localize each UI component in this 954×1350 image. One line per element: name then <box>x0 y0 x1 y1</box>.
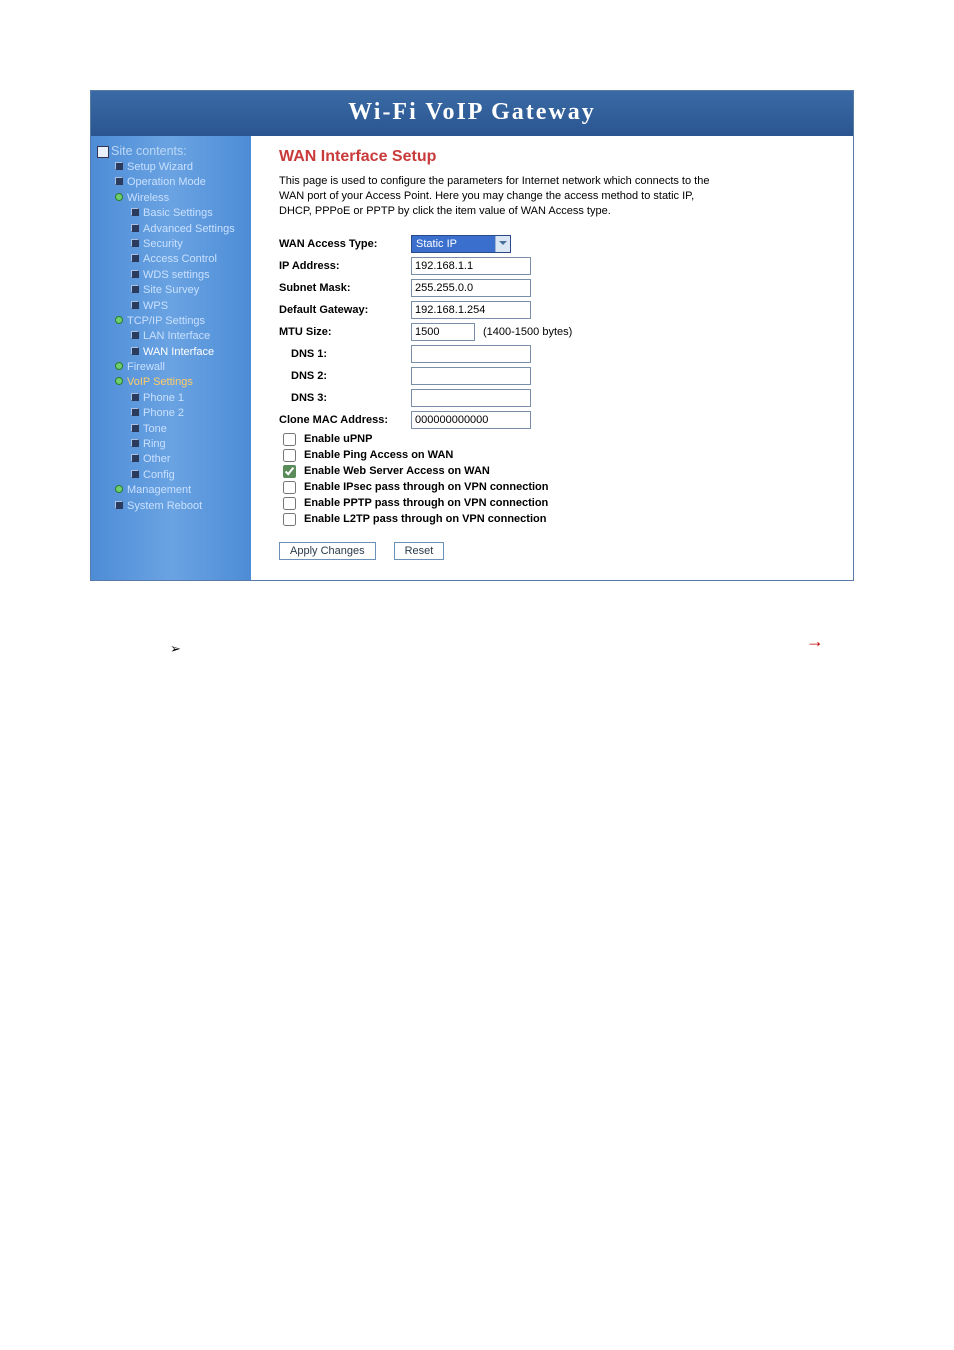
dns3-label: DNS 3: <box>279 392 411 404</box>
sidebar-item[interactable]: Security <box>143 238 183 250</box>
page-icon <box>131 393 139 401</box>
page-icon <box>131 239 139 247</box>
sidebar-item[interactable]: Setup Wizard <box>127 161 193 173</box>
page-icon <box>131 285 139 293</box>
page-icon <box>131 439 139 447</box>
dns2-label: DNS 2: <box>279 370 411 382</box>
sidebar-item[interactable]: Ring <box>143 438 166 450</box>
page-icon <box>131 331 139 339</box>
mask-input[interactable] <box>411 279 531 297</box>
sidebar-item[interactable]: Firewall <box>127 361 165 373</box>
ip-label: IP Address: <box>279 260 411 272</box>
dns1-label: DNS 1: <box>279 348 411 360</box>
folder-icon <box>115 316 123 324</box>
page-icon <box>115 177 123 185</box>
checkbox-label: Enable Ping Access on WAN <box>304 449 453 461</box>
checkbox-label: Enable uPNP <box>304 433 372 445</box>
sidebar-item[interactable]: Wireless <box>127 192 169 204</box>
sidebar-item[interactable]: Other <box>143 453 171 465</box>
page-icon <box>131 454 139 462</box>
page-icon <box>131 424 139 432</box>
page-icon <box>131 270 139 278</box>
clonemac-label: Clone MAC Address: <box>279 414 411 426</box>
checkbox[interactable] <box>283 449 296 462</box>
gw-input[interactable] <box>411 301 531 319</box>
sidebar-item[interactable]: Access Control <box>143 253 217 265</box>
access-type-label: WAN Access Type: <box>279 238 411 250</box>
sidebar-item[interactable]: Phone 1 <box>143 392 184 404</box>
page-icon <box>131 301 139 309</box>
gw-label: Default Gateway: <box>279 304 411 316</box>
sidebar-item[interactable]: Site Survey <box>143 284 199 296</box>
sidebar-tree: Setup Wizard Operation Mode Wireless Basic … <box>97 160 251 514</box>
mtu-hint: (1400-1500 bytes) <box>483 326 572 338</box>
page-icon <box>131 224 139 232</box>
sidebar: Site contents: Setup Wizard Operation Mod… <box>91 136 251 580</box>
checkbox[interactable] <box>283 513 296 526</box>
folder-icon <box>115 362 123 370</box>
sidebar-item[interactable]: Management <box>127 484 191 496</box>
checkbox-label: Enable PPTP pass through on VPN connecti… <box>304 497 548 509</box>
sidebar-item[interactable]: Basic Settings <box>143 207 213 219</box>
page-icon <box>131 470 139 478</box>
sidebar-item[interactable]: Tone <box>143 423 167 435</box>
checkbox[interactable] <box>283 433 296 446</box>
sidebar-item[interactable]: TCP/IP Settings <box>127 315 205 327</box>
page-icon <box>115 501 123 509</box>
mtu-label: MTU Size: <box>279 326 411 338</box>
bullet-arrow-icon: ➢ <box>170 641 181 656</box>
page-icon <box>131 208 139 216</box>
sidebar-item[interactable]: Advanced Settings <box>143 223 235 235</box>
sidebar-item[interactable]: Phone 2 <box>143 407 184 419</box>
folder-icon <box>115 193 123 201</box>
sidebar-item[interactable]: Config <box>143 469 175 481</box>
dns2-input[interactable] <box>411 367 531 385</box>
reset-button[interactable]: Reset <box>394 542 445 560</box>
access-type-select[interactable]: Static IP <box>411 235 511 253</box>
sidebar-item[interactable]: WPS <box>143 300 168 312</box>
app-header: Wi-Fi VoIP Gateway <box>91 91 853 136</box>
sidebar-item[interactable]: WAN Interface <box>143 346 214 358</box>
folder-icon <box>115 485 123 493</box>
right-arrow-icon: → <box>806 631 824 652</box>
ip-input[interactable] <box>411 257 531 275</box>
checkbox-label: Enable Web Server Access on WAN <box>304 465 490 477</box>
checkbox[interactable] <box>283 465 296 478</box>
checkbox[interactable] <box>283 497 296 510</box>
checkbox-label: Enable IPsec pass through on VPN connect… <box>304 481 549 493</box>
mtu-input[interactable] <box>411 323 475 341</box>
sidebar-item[interactable]: Operation Mode <box>127 176 206 188</box>
dns1-input[interactable] <box>411 345 531 363</box>
sidebar-item[interactable]: VoIP Settings <box>127 376 193 388</box>
page-icon <box>131 347 139 355</box>
sidebar-item[interactable]: WDS settings <box>143 269 210 281</box>
page-heading: WAN Interface Setup <box>279 148 825 166</box>
page-icon <box>115 162 123 170</box>
content: WAN Interface Setup This page is used to… <box>251 136 853 580</box>
dns3-input[interactable] <box>411 389 531 407</box>
page-icon <box>131 254 139 262</box>
app-frame: Wi-Fi VoIP Gateway Site contents: Setup … <box>90 90 854 581</box>
page-icon <box>131 408 139 416</box>
mask-label: Subnet Mask: <box>279 282 411 294</box>
sidebar-item[interactable]: System Reboot <box>127 500 202 512</box>
folder-icon <box>115 377 123 385</box>
checkbox[interactable] <box>283 481 296 494</box>
sidebar-title: Site contents: <box>97 144 251 158</box>
apply-button[interactable]: Apply Changes <box>279 542 376 560</box>
sidebar-item[interactable]: LAN Interface <box>143 330 210 342</box>
checkbox-label: Enable L2TP pass through on VPN connecti… <box>304 513 546 525</box>
clonemac-input[interactable] <box>411 411 531 429</box>
page-intro: This page is used to configure the param… <box>279 174 719 219</box>
